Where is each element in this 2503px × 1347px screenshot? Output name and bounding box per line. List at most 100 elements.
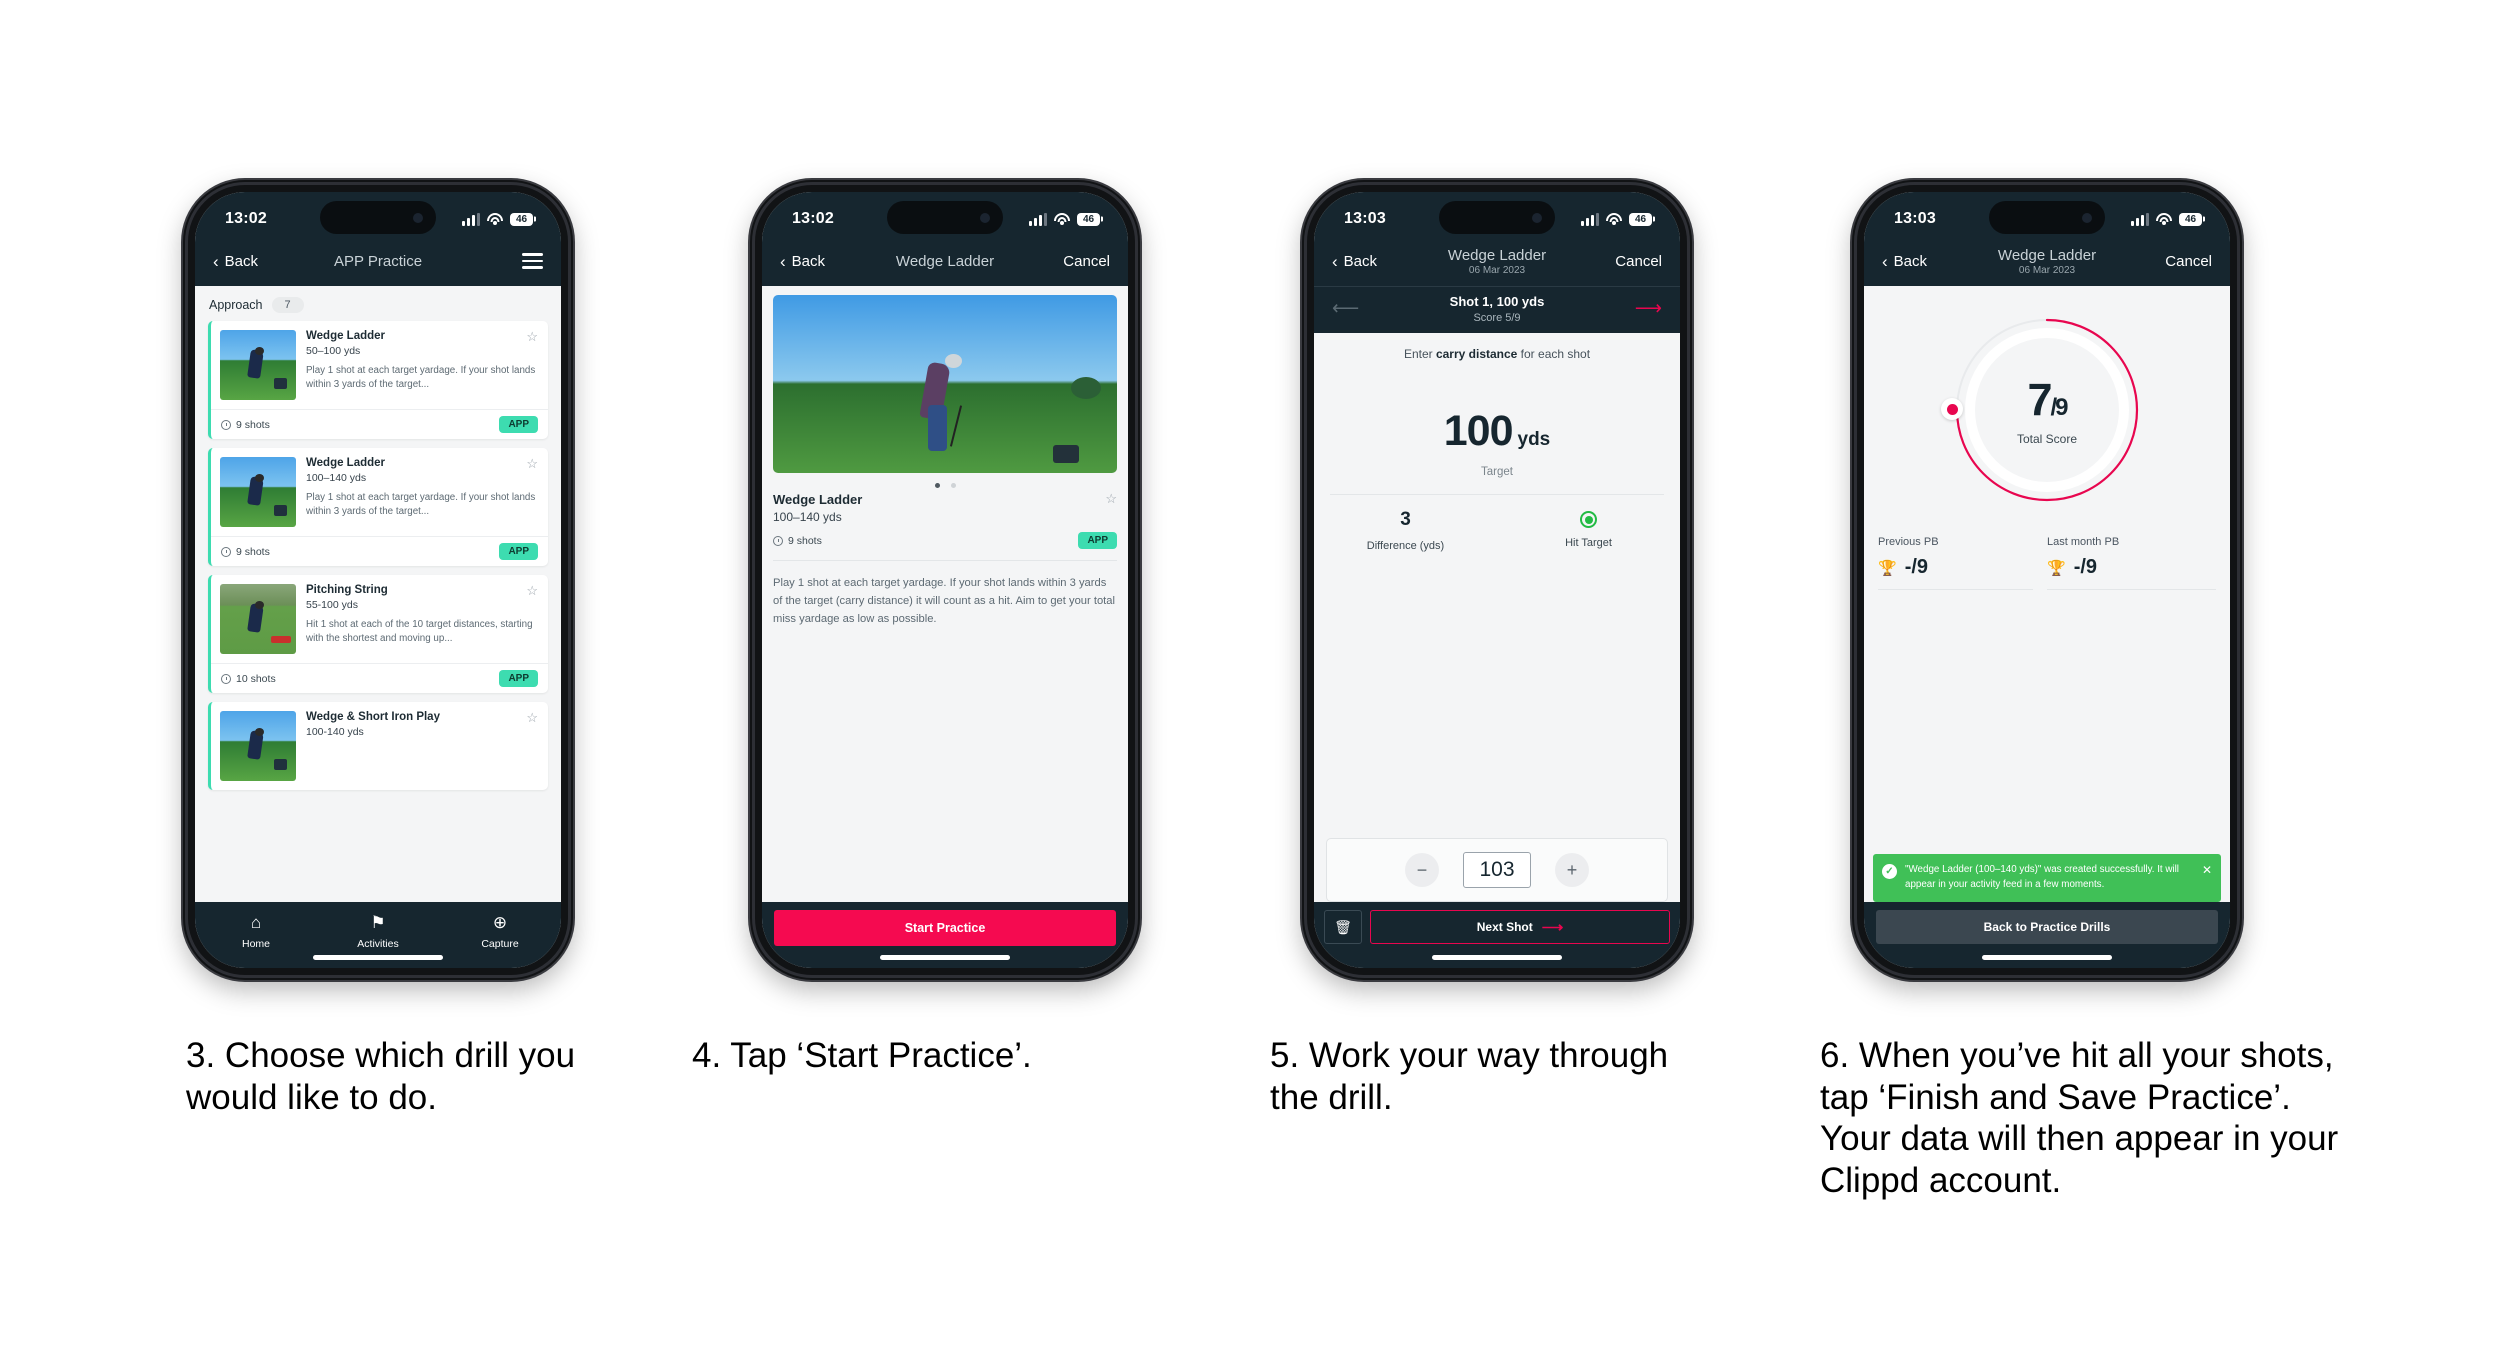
- back-button[interactable]: ‹ Back: [1882, 253, 1927, 270]
- drill-yardage: 100-140 yds: [306, 726, 364, 738]
- drill-description: Play 1 shot at each target yardage. If y…: [306, 492, 536, 518]
- carousel-dot-active[interactable]: [934, 483, 940, 488]
- carry-distance-input[interactable]: 103: [1463, 852, 1531, 888]
- dynamic-island: [1989, 201, 2105, 234]
- phone-3-shot-entry: 13:03 46 ‹ Back Wedge Ladder 06 Mar 2023…: [1302, 180, 1692, 980]
- front-camera-icon: [1532, 212, 1542, 223]
- start-practice-button[interactable]: Start Practice: [774, 910, 1116, 946]
- drill-header: Wedge Ladder ☆: [773, 492, 1117, 507]
- next-shot-button[interactable]: Next Shot ⟶: [1370, 910, 1670, 944]
- cancel-button[interactable]: Cancel: [2165, 253, 2212, 270]
- delete-shot-button[interactable]: 🗑: [1324, 910, 1362, 944]
- cellular-signal-icon: [1029, 212, 1047, 226]
- list-item[interactable]: Pitching String ☆ 55-100 yds Hit 1 shot …: [208, 575, 548, 693]
- cellular-signal-icon: [462, 212, 480, 226]
- previous-pb-value: -/9: [1904, 556, 1929, 578]
- drill-text: Wedge Ladder ☆ 50–100 yds Play 1 shot at…: [306, 330, 538, 400]
- quantity-stepper[interactable]: − 103 +: [1326, 838, 1668, 902]
- status-indicators: 46: [1581, 212, 1652, 226]
- status-bar: 13:03 46: [1314, 192, 1680, 246]
- score-caption: Total Score: [2016, 432, 2078, 446]
- drill-description: Play 1 shot at each target yardage. If y…: [306, 365, 536, 391]
- cellular-signal-icon: [1581, 212, 1599, 226]
- carousel-dot[interactable]: [950, 483, 956, 488]
- score-inner: 7/9 Total Score: [1965, 328, 2129, 492]
- caption-step-5: 5. Work your way through the drill.: [1270, 1036, 1669, 1117]
- success-toast: ✓ "Wedge Ladder (100–140 yds)" was creat…: [1873, 854, 2221, 902]
- favourite-star-icon[interactable]: ☆: [526, 711, 538, 724]
- drill-shots: 10 shots: [221, 673, 276, 685]
- status-indicators: 46: [462, 212, 533, 226]
- entry-panel: Enter carry distance for each shot 100 yd…: [1314, 333, 1680, 902]
- back-to-practice-drills-button[interactable]: Back to Practice Drills: [1876, 910, 2218, 944]
- status-bar: 13:02 46: [762, 192, 1128, 246]
- drill-shots-label: 9 shots: [236, 545, 270, 558]
- check-circle-icon: ✓: [1882, 864, 1897, 880]
- favourite-star-icon[interactable]: ☆: [1105, 492, 1117, 505]
- page-subtitle: 06 Mar 2023: [1468, 264, 1526, 276]
- home-indicator: [880, 955, 1010, 960]
- entry-hint-pre: Enter: [1403, 347, 1436, 361]
- close-icon[interactable]: ✕: [2202, 863, 2212, 877]
- category-count: 7: [271, 297, 304, 313]
- drill-yardage: 100–140 yds: [306, 472, 367, 484]
- trophy-icon: 🏆: [1878, 559, 1897, 577]
- drill-thumbnail: [220, 584, 296, 654]
- home-indicator: [1432, 955, 1562, 960]
- target-unit: yds: [1517, 429, 1551, 450]
- drill-text: Wedge & Short Iron Play ☆ 100-140 yds: [306, 711, 538, 781]
- bottom-tab-bar[interactable]: ⌂ Home ⚑ Activities ⊕ Capture: [195, 902, 561, 968]
- phone-3-screen: 13:03 46 ‹ Back Wedge Ladder 06 Mar 2023…: [1314, 192, 1680, 968]
- list-item[interactable]: Wedge Ladder ☆ 100–140 yds Play 1 shot a…: [208, 448, 548, 566]
- increment-button[interactable]: +: [1555, 853, 1589, 887]
- favourite-star-icon[interactable]: ☆: [526, 584, 538, 597]
- tab-capture-label: Capture: [481, 938, 519, 950]
- cancel-button[interactable]: Cancel: [1063, 253, 1110, 270]
- tab-home[interactable]: ⌂ Home: [195, 914, 317, 950]
- tab-activities-label: Activities: [357, 938, 399, 950]
- nav-bar: ‹ Back Wedge Ladder Cancel: [762, 246, 1128, 286]
- back-button[interactable]: ‹ Back: [780, 253, 825, 270]
- score-gauge: 7/9 Total Score: [1941, 312, 2145, 508]
- page-title-text: Wedge Ladder: [1997, 246, 2097, 264]
- front-camera-icon: [980, 212, 990, 223]
- page-title: Wedge Ladder 06 Mar 2023: [1998, 247, 2096, 276]
- dynamic-island: [320, 201, 436, 234]
- drill-list[interactable]: Approach 7 Wedge Ladder ☆ 50–100 yds Pla…: [195, 286, 561, 902]
- drill-description: Hit 1 shot at each of the 10 target dist…: [306, 619, 533, 645]
- home-icon: ⌂: [250, 913, 262, 932]
- phone-2-drill-detail: 13:02 46 ‹ Back Wedge Ladder Cancel Wedg…: [750, 180, 1140, 980]
- cancel-button[interactable]: Cancel: [1615, 253, 1662, 270]
- status-indicators: 46: [2131, 212, 2202, 226]
- favourite-star-icon[interactable]: ☆: [526, 457, 538, 470]
- previous-shot-arrow-icon[interactable]: ⟵: [1332, 299, 1359, 318]
- tab-activities[interactable]: ⚑ Activities: [317, 914, 439, 950]
- drill-shots-label: 9 shots: [788, 534, 822, 547]
- shot-info: Shot 1, 100 yds Score 5/9: [1359, 293, 1635, 324]
- hit-target-label: Hit Target: [1565, 537, 1612, 549]
- next-shot-arrow-icon[interactable]: ⟶: [1635, 299, 1662, 318]
- drill-text: Pitching String ☆ 55-100 yds Hit 1 shot …: [306, 584, 538, 654]
- back-label: Back: [791, 252, 826, 270]
- status-badge: APP: [499, 543, 538, 560]
- hamburger-menu-icon[interactable]: [522, 249, 543, 273]
- decrement-button[interactable]: −: [1405, 853, 1439, 887]
- tab-capture[interactable]: ⊕ Capture: [439, 914, 561, 950]
- drill-shots-label: 9 shots: [236, 418, 270, 431]
- drill-header: Pitching String ☆: [306, 584, 538, 597]
- front-camera-icon: [413, 212, 423, 223]
- phone-1-practice-list: 13:02 46 ‹ Back APP Practice Approach 7 …: [183, 180, 573, 980]
- personal-bests: Previous PB 🏆 -/9 Last month PB 🏆 -/9: [1864, 536, 2230, 590]
- back-button[interactable]: ‹ Back: [213, 253, 258, 270]
- page-subtitle: 06 Mar 2023: [2018, 264, 2076, 276]
- entry-hint-bold: carry distance: [1435, 347, 1518, 361]
- clock-icon: [773, 535, 783, 546]
- golf-flag-icon: ⚑: [370, 913, 386, 932]
- drill-yardage: 100–140 yds: [773, 510, 842, 524]
- back-button[interactable]: ‹ Back: [1332, 253, 1377, 270]
- favourite-star-icon[interactable]: ☆: [526, 330, 538, 343]
- drill-detail: Wedge Ladder ☆ 100–140 yds 9 shots APP P…: [762, 286, 1128, 902]
- list-item[interactable]: Wedge Ladder ☆ 50–100 yds Play 1 shot at…: [208, 321, 548, 439]
- list-item[interactable]: Wedge & Short Iron Play ☆ 100-140 yds: [208, 702, 548, 790]
- carousel-dots[interactable]: [762, 473, 1128, 492]
